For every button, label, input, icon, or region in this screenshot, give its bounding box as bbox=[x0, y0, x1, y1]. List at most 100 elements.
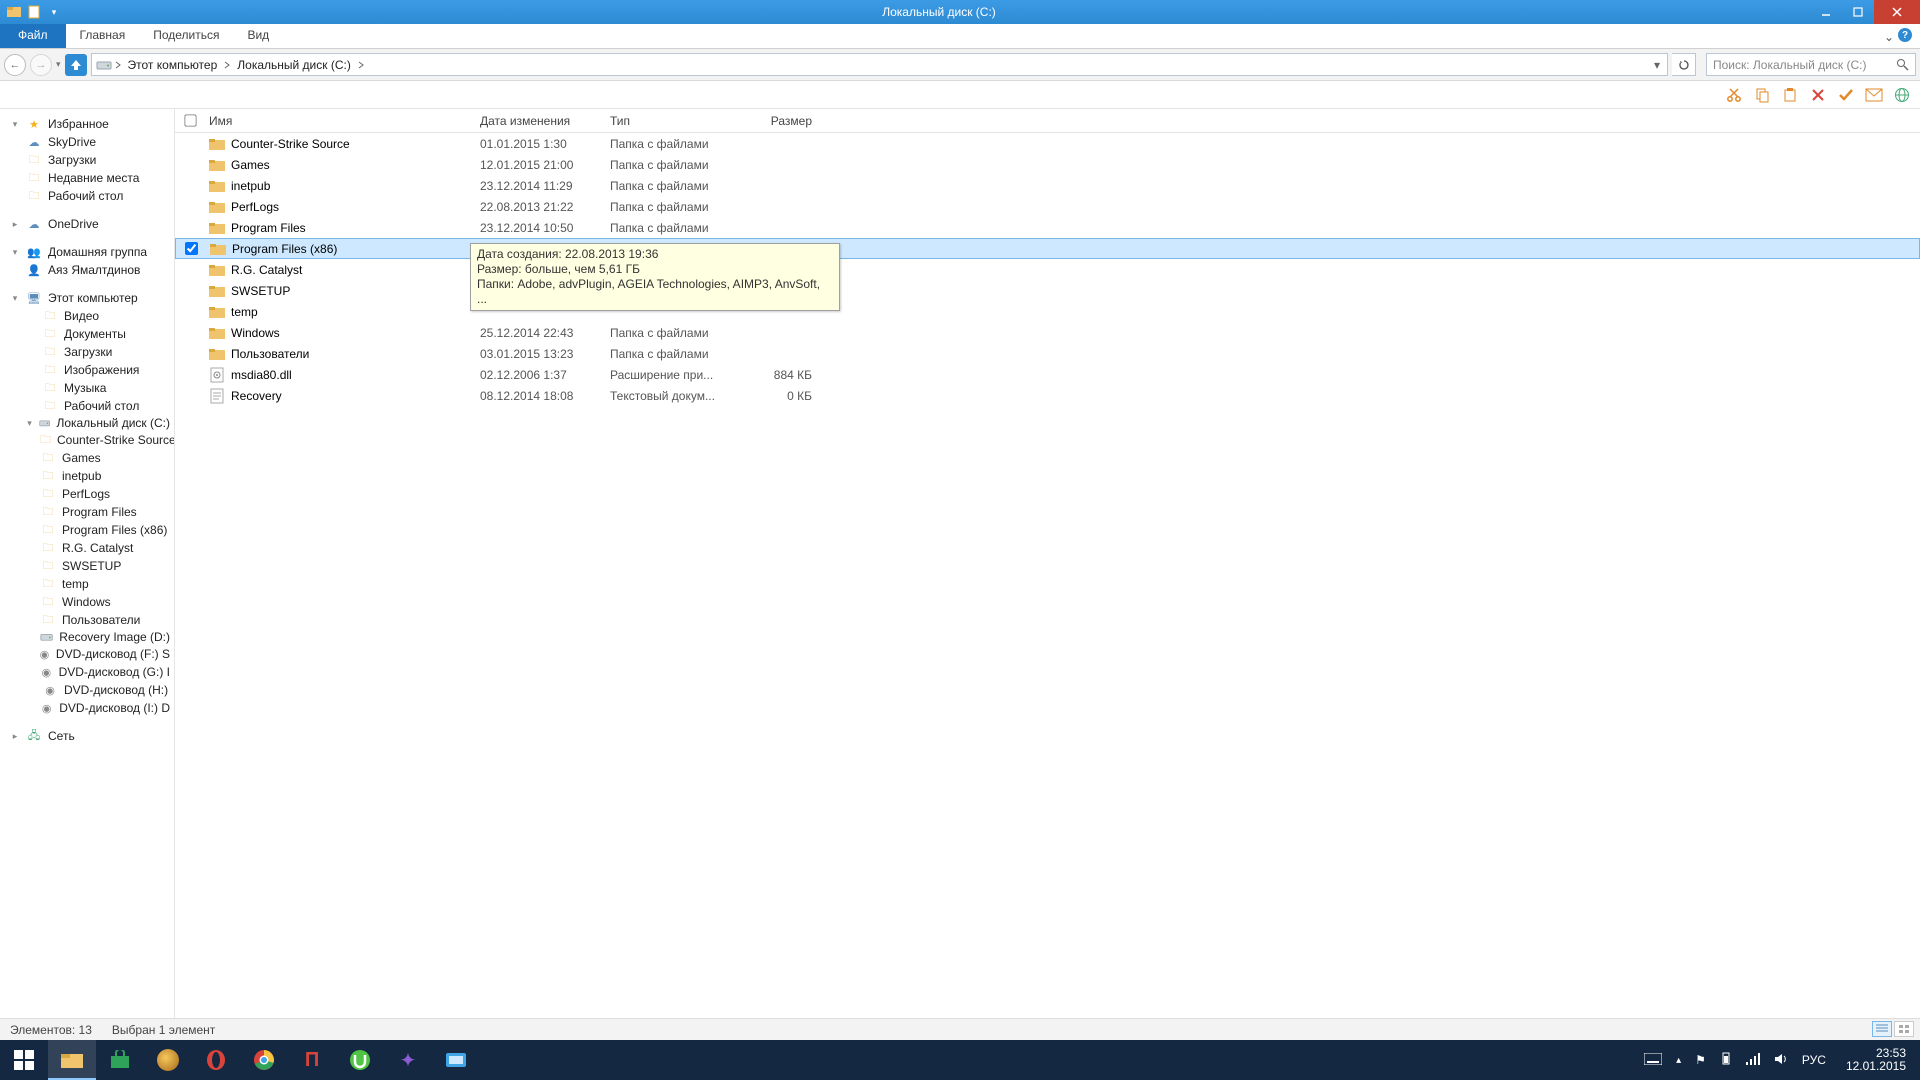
tray-keyboard-icon[interactable] bbox=[1644, 1053, 1662, 1068]
file-row[interactable]: PerfLogs22.08.2013 21:22Папка с файлами bbox=[175, 196, 1920, 217]
tray-clock[interactable]: 23:53 12.01.2015 bbox=[1840, 1047, 1912, 1073]
tray-volume-icon[interactable] bbox=[1774, 1053, 1788, 1068]
select-all-checkbox[interactable] bbox=[184, 114, 196, 126]
taskbar-app-4[interactable] bbox=[432, 1040, 480, 1080]
file-row[interactable]: Program Files (x86)12.01.2015 22:28Папка… bbox=[175, 238, 1920, 259]
help-icon[interactable]: ? bbox=[1898, 28, 1912, 42]
nav-item[interactable]: 🗀Games bbox=[0, 449, 174, 467]
start-button[interactable] bbox=[0, 1040, 48, 1080]
ribbon-tab-home[interactable]: Главная bbox=[66, 24, 140, 48]
nav-computer[interactable]: 🖥Этот компьютер bbox=[0, 289, 174, 307]
nav-favorites[interactable]: ★ Избранное bbox=[0, 115, 174, 133]
nav-forward-button[interactable]: → bbox=[30, 54, 52, 76]
nav-history-dropdown[interactable]: ▾ bbox=[56, 59, 61, 70]
file-row[interactable]: SWSETUP bbox=[175, 280, 1920, 301]
nav-item-downloads[interactable]: 🗀Загрузки bbox=[0, 151, 174, 169]
tray-chevron-up-icon[interactable]: ▴ bbox=[1676, 1055, 1681, 1066]
nav-item[interactable]: ◉DVD-дисковод (I:) D bbox=[0, 699, 174, 717]
breadcrumb-computer[interactable]: Этот компьютер bbox=[124, 58, 222, 72]
qat-properties-icon[interactable] bbox=[26, 4, 42, 20]
tray-language[interactable]: РУС bbox=[1802, 1053, 1826, 1067]
nav-item[interactable]: 🗀Program Files bbox=[0, 503, 174, 521]
nav-homegroup[interactable]: 👥Домашняя группа bbox=[0, 243, 174, 261]
column-type[interactable]: Тип bbox=[610, 114, 740, 128]
nav-item[interactable]: Локальный диск (C:) bbox=[0, 415, 174, 431]
file-row[interactable]: Пользователи03.01.2015 13:23Папка с файл… bbox=[175, 343, 1920, 364]
file-row[interactable]: inetpub23.12.2014 11:29Папка с файлами bbox=[175, 175, 1920, 196]
qat-dropdown-icon[interactable]: ▾ bbox=[46, 4, 62, 20]
ribbon-tab-view[interactable]: Вид bbox=[233, 24, 283, 48]
file-row[interactable]: Windows25.12.2014 22:43Папка с файлами bbox=[175, 322, 1920, 343]
file-row[interactable]: Program Files23.12.2014 10:50Папка с фай… bbox=[175, 217, 1920, 238]
close-button[interactable] bbox=[1874, 0, 1920, 24]
column-name[interactable]: Имя bbox=[205, 114, 480, 128]
nav-item[interactable]: 🗀Counter-Strike Source bbox=[0, 431, 174, 449]
view-details-button[interactable] bbox=[1872, 1021, 1892, 1037]
nav-item[interactable]: ◉DVD-дисковод (G:) I bbox=[0, 663, 174, 681]
check-icon[interactable] bbox=[1836, 85, 1856, 105]
address-bar[interactable]: Этот компьютер Локальный диск (C:) ▾ bbox=[91, 53, 1668, 76]
taskbar-utorrent[interactable] bbox=[336, 1040, 384, 1080]
nav-item[interactable]: 🗀inetpub bbox=[0, 467, 174, 485]
nav-up-button[interactable] bbox=[65, 54, 87, 76]
file-row[interactable]: R.G. Catalyst bbox=[175, 259, 1920, 280]
maximize-button[interactable] bbox=[1842, 0, 1874, 24]
nav-item-desktop[interactable]: 🗀Рабочий стол bbox=[0, 187, 174, 205]
nav-item[interactable]: ◉DVD-дисковод (F:) S bbox=[0, 645, 174, 663]
search-input[interactable]: Поиск: Локальный диск (C:) bbox=[1706, 53, 1916, 76]
column-date[interactable]: Дата изменения bbox=[480, 114, 610, 128]
nav-item[interactable]: 🗀Видео bbox=[0, 307, 174, 325]
nav-item[interactable]: 🗀Загрузки bbox=[0, 343, 174, 361]
breadcrumb-drive[interactable]: Локальный диск (C:) bbox=[233, 58, 355, 72]
globe-icon[interactable] bbox=[1892, 85, 1912, 105]
taskbar-chrome[interactable] bbox=[240, 1040, 288, 1080]
taskbar-store[interactable] bbox=[96, 1040, 144, 1080]
file-row[interactable]: msdia80.dll02.12.2006 1:37Расширение при… bbox=[175, 364, 1920, 385]
tray-power-icon[interactable] bbox=[1720, 1052, 1732, 1069]
nav-item[interactable]: 🗀Документы bbox=[0, 325, 174, 343]
ribbon-tab-file[interactable]: Файл bbox=[0, 24, 66, 48]
taskbar-opera[interactable] bbox=[192, 1040, 240, 1080]
nav-item[interactable]: 🗀SWSETUP bbox=[0, 557, 174, 575]
view-icons-button[interactable] bbox=[1894, 1021, 1914, 1037]
copy-icon[interactable] bbox=[1752, 85, 1772, 105]
address-dropdown-icon[interactable]: ▾ bbox=[1647, 54, 1667, 75]
row-checkbox[interactable] bbox=[185, 242, 198, 255]
nav-item[interactable]: 🗀Музыка bbox=[0, 379, 174, 397]
nav-item[interactable]: 🗀PerfLogs bbox=[0, 485, 174, 503]
file-row[interactable]: Games12.01.2015 21:00Папка с файлами bbox=[175, 154, 1920, 175]
delete-icon[interactable] bbox=[1808, 85, 1828, 105]
nav-item[interactable]: 🗀temp bbox=[0, 575, 174, 593]
nav-item[interactable]: 🗀Пользователи bbox=[0, 611, 174, 629]
taskbar-explorer[interactable] bbox=[48, 1040, 96, 1080]
file-row[interactable]: Recovery08.12.2014 18:08Текстовый докум.… bbox=[175, 385, 1920, 406]
minimize-button[interactable] bbox=[1810, 0, 1842, 24]
file-row[interactable]: Counter-Strike Source01.01.2015 1:30Папк… bbox=[175, 133, 1920, 154]
nav-item[interactable]: 🗀Изображения bbox=[0, 361, 174, 379]
nav-item-skydrive[interactable]: ☁SkyDrive bbox=[0, 133, 174, 151]
nav-item[interactable]: 🗀R.G. Catalyst bbox=[0, 539, 174, 557]
nav-item[interactable]: 🗀Рабочий стол bbox=[0, 397, 174, 415]
taskbar-app-3[interactable]: ✦ bbox=[384, 1040, 432, 1080]
mail-icon[interactable] bbox=[1864, 85, 1884, 105]
nav-onedrive[interactable]: ☁OneDrive bbox=[0, 215, 174, 233]
nav-item[interactable]: ◉DVD-дисковод (H:) bbox=[0, 681, 174, 699]
cut-icon[interactable] bbox=[1724, 85, 1744, 105]
paste-icon[interactable] bbox=[1780, 85, 1800, 105]
column-size[interactable]: Размер bbox=[740, 114, 820, 128]
ribbon-expand-icon[interactable]: ⌄ bbox=[1884, 30, 1894, 44]
taskbar-app-1[interactable] bbox=[144, 1040, 192, 1080]
refresh-button[interactable] bbox=[1672, 53, 1696, 76]
nav-item[interactable]: Recovery Image (D:) bbox=[0, 629, 174, 645]
nav-network[interactable]: 🖧Сеть bbox=[0, 727, 174, 745]
nav-homegroup-user[interactable]: 👤Аяз Ямалтдинов bbox=[0, 261, 174, 279]
taskbar-app-2[interactable]: П bbox=[288, 1040, 336, 1080]
nav-item-recent[interactable]: 🗀Недавние места bbox=[0, 169, 174, 187]
nav-item[interactable]: 🗀Windows bbox=[0, 593, 174, 611]
tray-flag-icon[interactable]: ⚑ bbox=[1695, 1053, 1706, 1067]
file-row[interactable]: temp bbox=[175, 301, 1920, 322]
nav-back-button[interactable]: ← bbox=[4, 54, 26, 76]
nav-item[interactable]: 🗀Program Files (x86) bbox=[0, 521, 174, 539]
ribbon-tab-share[interactable]: Поделиться bbox=[139, 24, 233, 48]
tray-network-icon[interactable] bbox=[1746, 1053, 1760, 1068]
